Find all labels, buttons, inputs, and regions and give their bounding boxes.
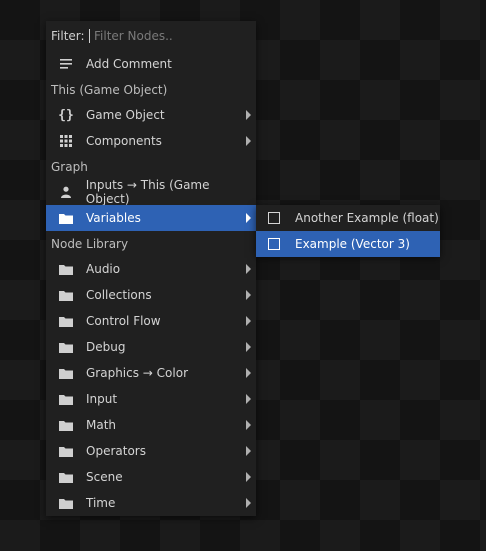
- filter-row: Filter:: [46, 21, 256, 51]
- chevron-right-icon: [246, 136, 251, 146]
- person-icon: [46, 186, 86, 198]
- section-node-library: Node Library: [51, 236, 129, 251]
- checkbox-icon: [268, 212, 280, 224]
- inputs-this-item[interactable]: Inputs → This (Game Object): [46, 178, 256, 206]
- add-comment-item[interactable]: Add Comment: [46, 51, 256, 77]
- components-item[interactable]: Components: [46, 128, 256, 154]
- folder-icon: [46, 213, 86, 224]
- library-item-label: Scene: [86, 470, 123, 484]
- library-item-input[interactable]: Input: [46, 386, 256, 412]
- game-object-item[interactable]: {} Game Object: [46, 102, 256, 128]
- folder-icon: [46, 368, 86, 379]
- game-object-label: Game Object: [86, 108, 165, 122]
- library-item-label: Collections: [86, 288, 152, 302]
- folder-icon: [46, 342, 86, 353]
- folder-icon: [46, 316, 86, 327]
- library-item-label: Audio: [86, 262, 121, 276]
- chevron-right-icon: [246, 498, 251, 508]
- library-item-math[interactable]: Math: [46, 412, 256, 438]
- library-item-label: Time: [86, 496, 116, 510]
- folder-icon: [46, 498, 86, 509]
- variable-item-label: Example (Vector 3): [295, 237, 410, 251]
- library-item-control-flow[interactable]: Control Flow: [46, 308, 256, 334]
- folder-icon: [46, 394, 86, 405]
- library-item-label: Control Flow: [86, 314, 161, 328]
- variables-item[interactable]: Variables: [46, 205, 256, 231]
- chevron-right-icon: [246, 213, 251, 223]
- variables-label: Variables: [86, 211, 141, 225]
- variable-item-another-example[interactable]: Another Example (float): [256, 205, 440, 231]
- checkbox-icon: [268, 238, 280, 250]
- chevron-right-icon: [246, 368, 251, 378]
- variable-item-label: Another Example (float): [295, 211, 439, 225]
- library-item-collections[interactable]: Collections: [46, 282, 256, 308]
- inputs-this-label: Inputs → This (Game Object): [85, 178, 210, 206]
- comment-lines-icon: [46, 58, 86, 70]
- section-this-game-object: This (Game Object): [51, 82, 168, 97]
- library-item-audio[interactable]: Audio: [46, 256, 256, 282]
- add-comment-label: Add Comment: [86, 57, 172, 71]
- node-context-menu: Filter: Add Comment This (Game Object) {…: [46, 21, 256, 516]
- library-item-label: Graphics → Color: [86, 366, 189, 380]
- library-item-scene[interactable]: Scene: [46, 464, 256, 490]
- chevron-right-icon: [246, 394, 251, 404]
- chevron-right-icon: [246, 316, 251, 326]
- chevron-right-icon: [246, 446, 251, 456]
- library-item-label: Operators: [86, 444, 146, 458]
- chevron-right-icon: [246, 264, 251, 274]
- section-graph: Graph: [51, 159, 88, 174]
- library-item-debug[interactable]: Debug: [46, 334, 256, 360]
- folder-icon: [46, 472, 86, 483]
- folder-icon: [46, 290, 86, 301]
- filter-input[interactable]: [89, 29, 244, 43]
- variables-submenu: Another Example (float) Example (Vector …: [256, 205, 440, 257]
- chevron-right-icon: [246, 290, 251, 300]
- library-item-operators[interactable]: Operators: [46, 438, 256, 464]
- braces-icon: {}: [58, 107, 74, 123]
- chevron-right-icon: [246, 110, 251, 120]
- chevron-right-icon: [246, 472, 251, 482]
- folder-icon: [46, 446, 86, 457]
- components-label: Components: [86, 134, 162, 148]
- library-item-time[interactable]: Time: [46, 490, 256, 516]
- filter-label: Filter:: [51, 29, 85, 43]
- chevron-right-icon: [246, 420, 251, 430]
- folder-icon: [46, 420, 86, 431]
- library-item-label: Input: [86, 392, 118, 406]
- folder-icon: [46, 264, 86, 275]
- library-item-graphics-color[interactable]: Graphics → Color: [46, 360, 256, 386]
- library-item-label: Debug: [86, 340, 126, 354]
- variable-item-example[interactable]: Example (Vector 3): [256, 231, 440, 257]
- grid-icon: [46, 135, 86, 147]
- library-item-label: Math: [86, 418, 117, 432]
- chevron-right-icon: [246, 342, 251, 352]
